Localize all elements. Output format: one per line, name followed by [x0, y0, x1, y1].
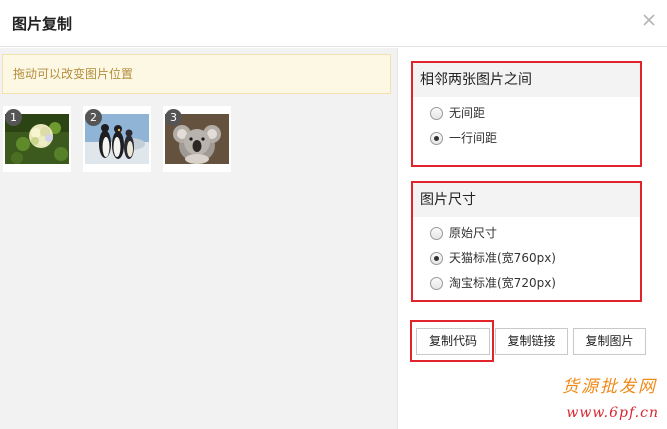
thumbnail-3[interactable]: 3: [163, 106, 231, 172]
thumbnail-number: 3: [165, 109, 182, 126]
spacing-heading: 相邻两张图片之间: [413, 63, 640, 97]
close-icon[interactable]: [641, 12, 657, 28]
radio-unchecked-icon[interactable]: [430, 227, 443, 240]
image-copy-dialog: 图片复制 拖动可以改变图片位置 1 2 3 相邻两张图片之间 无间距 一行间距 …: [0, 0, 667, 429]
option-label: 天猫标准(宽760px): [449, 251, 556, 265]
spacing-option-one-line[interactable]: 一行间距: [413, 126, 640, 151]
option-label: 无间距: [449, 106, 486, 120]
option-label: 原始尺寸: [449, 226, 498, 240]
size-heading: 图片尺寸: [413, 183, 640, 217]
radio-unchecked-icon[interactable]: [430, 107, 443, 120]
radio-checked-icon[interactable]: [430, 252, 443, 265]
dialog-titlebar: 图片复制: [0, 0, 667, 47]
image-arrange-panel: 拖动可以改变图片位置 1 2 3: [0, 48, 397, 429]
copy-link-button[interactable]: 复制链接: [495, 328, 568, 355]
spacing-option-none[interactable]: 无间距: [413, 101, 640, 126]
dialog-title: 图片复制: [12, 15, 73, 33]
option-label: 淘宝标准(宽720px): [449, 276, 556, 290]
radio-checked-icon[interactable]: [430, 132, 443, 145]
drag-hint: 拖动可以改变图片位置: [2, 54, 391, 94]
copy-image-button[interactable]: 复制图片: [573, 328, 646, 355]
radio-unchecked-icon[interactable]: [430, 277, 443, 290]
size-option-tmall[interactable]: 天猫标准(宽760px): [413, 246, 640, 271]
size-option-taobao[interactable]: 淘宝标准(宽720px): [413, 271, 640, 296]
option-label: 一行间距: [449, 131, 498, 145]
thumbnail-1[interactable]: 1: [3, 106, 71, 172]
copy-options-panel: 相邻两张图片之间 无间距 一行间距 图片尺寸 原始尺寸 天猫标准(宽760px): [397, 48, 667, 429]
watermark-title: 货源批发网: [562, 377, 657, 397]
size-section: 图片尺寸 原始尺寸 天猫标准(宽760px) 淘宝标准(宽720px): [411, 181, 642, 302]
thumbnail-2[interactable]: 2: [83, 106, 151, 172]
watermark-url: www.6pf.cn: [566, 405, 659, 421]
spacing-section: 相邻两张图片之间 无间距 一行间距: [411, 61, 642, 167]
thumbnail-number: 1: [5, 109, 22, 126]
copy-code-button[interactable]: 复制代码: [416, 328, 490, 355]
size-option-original[interactable]: 原始尺寸: [413, 221, 640, 246]
thumbnail-number: 2: [85, 109, 102, 126]
